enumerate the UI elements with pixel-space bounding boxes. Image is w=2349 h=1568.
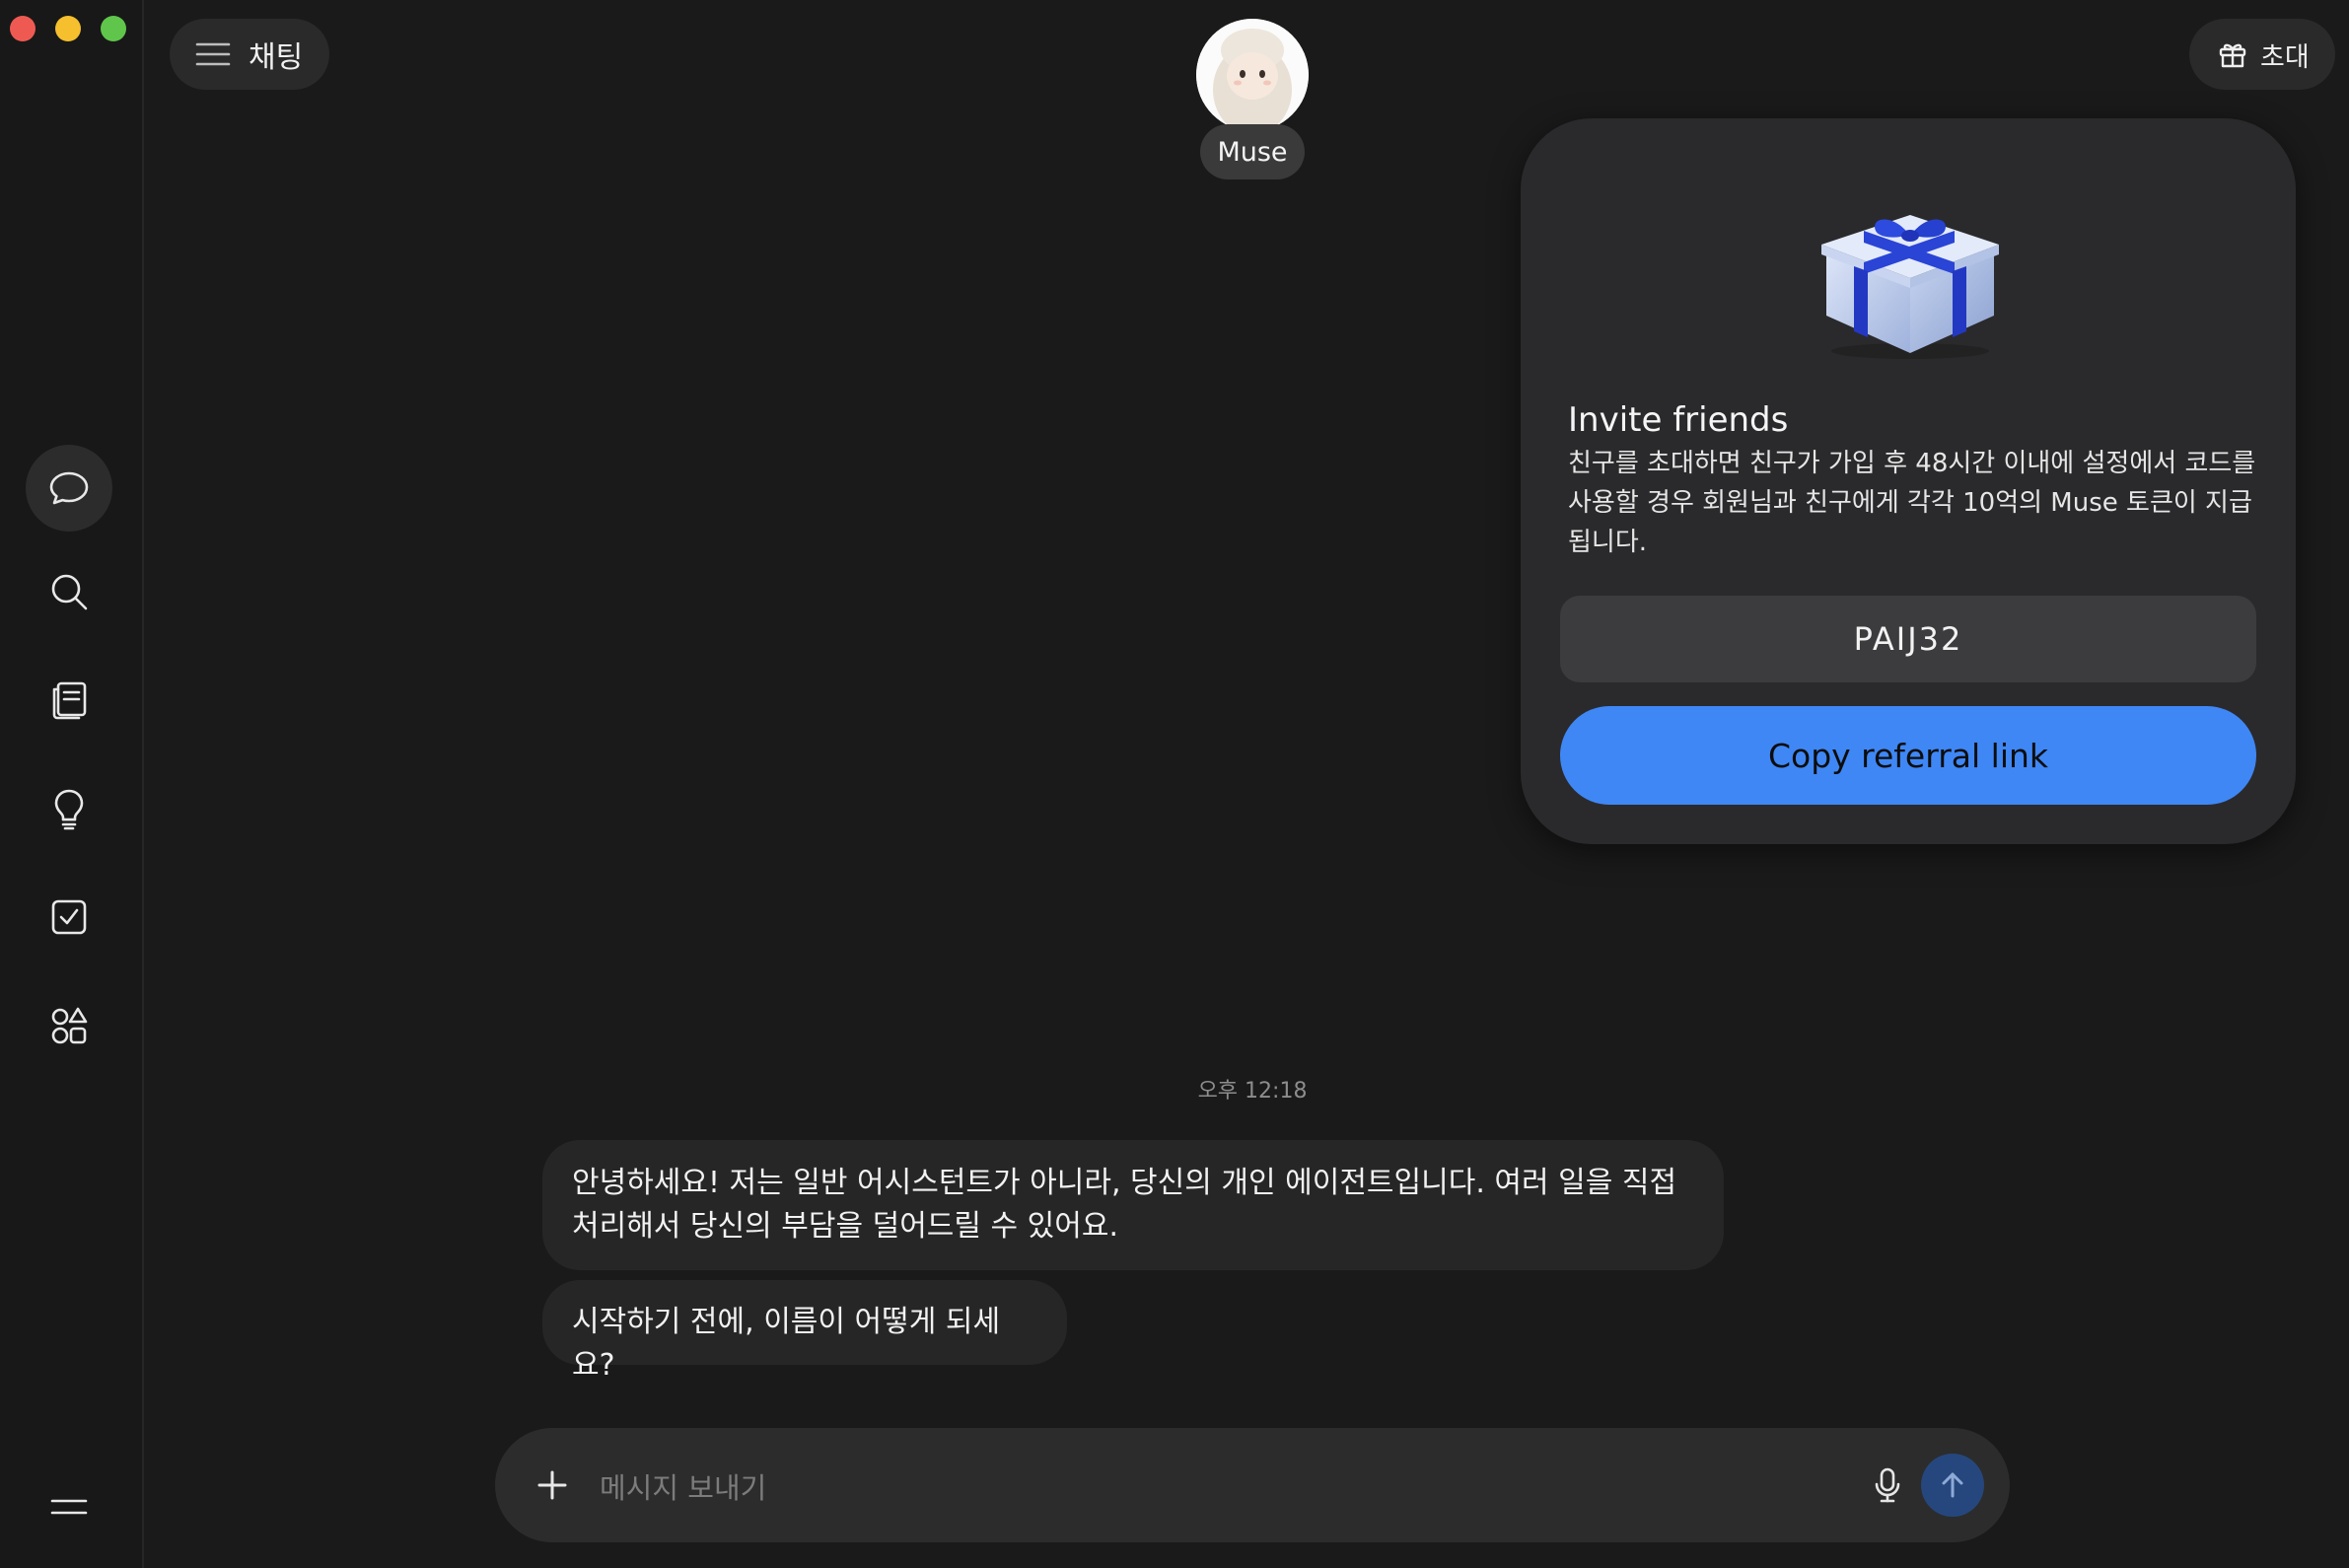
menu-icon — [50, 1499, 88, 1515]
invite-button[interactable]: 초대 — [2189, 19, 2335, 90]
voice-input-button[interactable] — [1868, 1465, 1907, 1505]
invite-card-title: Invite friends — [1568, 400, 1789, 440]
window-controls — [10, 16, 126, 41]
minimize-window-button[interactable] — [55, 16, 81, 41]
invite-card-description: 친구를 초대하면 친구가 가입 후 48시간 이내에 설정에서 코드를 사용할 … — [1568, 449, 2256, 557]
arrow-up-icon — [1942, 1472, 1963, 1498]
maximize-window-button[interactable] — [101, 16, 126, 41]
agent-avatar[interactable] — [1196, 19, 1309, 131]
muse-character-image — [1196, 19, 1309, 131]
chat-menu-label: 채팅 — [249, 40, 304, 75]
sidebar-menu-button[interactable] — [26, 1463, 112, 1550]
message-timestamp: 오후 12:18 — [1197, 1079, 1308, 1104]
message-input[interactable]: 메시지 보내기 — [600, 1465, 766, 1507]
apps-icon — [51, 1007, 88, 1044]
sidebar-search-button[interactable] — [26, 548, 112, 635]
attach-button[interactable] — [534, 1467, 570, 1503]
invite-friends-popover: Invite friends 친구를 초대하면 친구가 가입 후 48시간 이내… — [1521, 118, 2296, 844]
agent-name-badge: Muse — [1200, 124, 1305, 179]
lightbulb-icon — [54, 789, 84, 830]
close-window-button[interactable] — [10, 16, 36, 41]
message-composer: 메시지 보내기 — [495, 1428, 2010, 1542]
chat-menu-button[interactable]: 채팅 — [170, 19, 329, 90]
sidebar-library-button[interactable] — [26, 657, 112, 744]
copy-referral-link-button[interactable]: Copy referral link — [1560, 706, 2256, 805]
sidebar-ideas-button[interactable] — [26, 765, 112, 852]
chat-icon — [49, 471, 89, 505]
invite-label: 초대 — [2260, 41, 2310, 73]
sidebar-chat-button[interactable] — [26, 445, 112, 532]
hamburger-icon — [195, 42, 231, 66]
microphone-icon — [1875, 1467, 1900, 1503]
plus-icon — [537, 1470, 567, 1500]
search-icon — [51, 574, 88, 610]
sidebar-apps-button[interactable] — [26, 982, 112, 1069]
checkbox-icon — [51, 899, 87, 935]
sidebar-tasks-button[interactable] — [26, 874, 112, 961]
assistant-message: 안녕하세요! 저는 일반 어시스턴트가 아니라, 당신의 개인 에이전트입니다.… — [542, 1140, 1724, 1270]
assistant-message: 시작하기 전에, 이름이 어떻게 되세요? — [542, 1280, 1067, 1383]
gift-box-illustration — [1821, 215, 1999, 359]
referral-code[interactable]: PAIJ32 — [1560, 596, 2256, 682]
send-button[interactable] — [1921, 1454, 1984, 1517]
library-icon — [52, 681, 87, 720]
gift-icon — [2219, 43, 2246, 68]
sidebar — [0, 0, 144, 1568]
